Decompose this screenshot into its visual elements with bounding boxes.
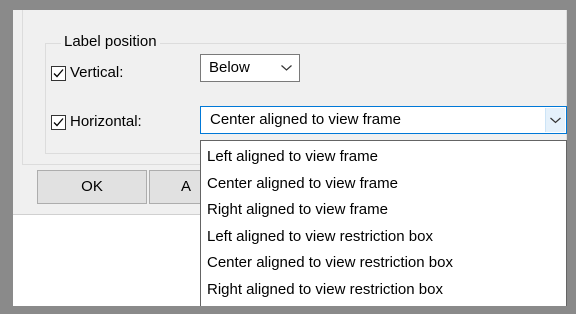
label-position-group — [45, 43, 567, 154]
chevron-down-icon — [550, 117, 561, 124]
horizontal-select[interactable]: Center aligned to view frame — [200, 106, 567, 134]
check-icon — [53, 69, 64, 78]
option-left-restriction-box[interactable]: Left aligned to view restriction box — [201, 224, 566, 251]
window-border-top — [0, 0, 576, 10]
option-right-view-frame[interactable]: Right aligned to view frame — [201, 197, 566, 224]
check-icon — [53, 118, 64, 127]
window-border-left — [0, 0, 13, 314]
vertical-checkbox[interactable] — [51, 66, 66, 81]
horizontal-options-list: Left aligned to view frame Center aligne… — [200, 140, 567, 308]
window-border-right — [567, 0, 576, 314]
ok-button[interactable]: OK — [37, 170, 147, 204]
vertical-select-value: Below — [209, 59, 250, 76]
option-right-restriction-box[interactable]: Right aligned to view restriction box — [201, 277, 566, 304]
option-left-view-frame[interactable]: Left aligned to view frame — [201, 144, 566, 171]
option-center-restriction-box[interactable]: Center aligned to view restriction box — [201, 250, 566, 277]
window-border-bottom — [0, 306, 576, 314]
horizontal-select-dropdown-button[interactable] — [545, 108, 565, 132]
option-center-view-frame[interactable]: Center aligned to view frame — [201, 171, 566, 198]
vertical-label: Vertical: — [70, 64, 124, 81]
label-position-title: Label position — [61, 32, 160, 52]
vertical-select[interactable]: Below — [200, 54, 300, 82]
horizontal-select-value: Center aligned to view frame — [210, 111, 401, 128]
dialog-divider — [13, 214, 214, 215]
horizontal-checkbox[interactable] — [51, 115, 66, 130]
horizontal-label: Horizontal: — [70, 113, 142, 130]
chevron-down-icon — [281, 65, 292, 71]
